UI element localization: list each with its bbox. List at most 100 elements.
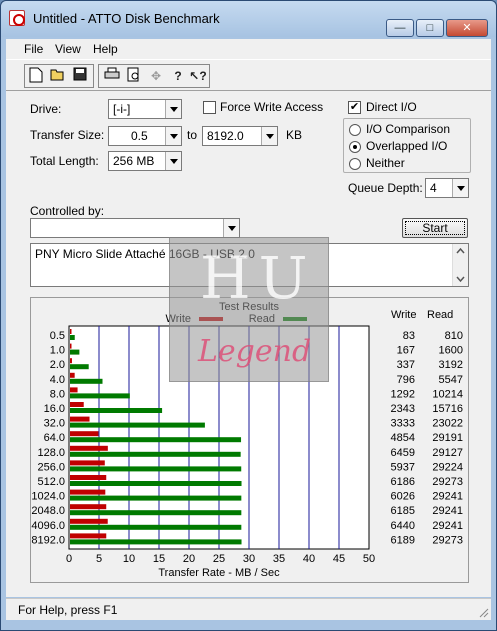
kb-label: KB bbox=[286, 128, 303, 142]
chevron-down-icon bbox=[452, 179, 468, 197]
transfer-size-label: Transfer Size: bbox=[30, 128, 105, 142]
chevron-down-icon bbox=[223, 219, 239, 237]
menu-help[interactable]: Help bbox=[93, 42, 118, 56]
write-value: 2343 bbox=[391, 403, 415, 415]
read-value: 29191 bbox=[432, 432, 463, 444]
write-value: 4854 bbox=[391, 432, 415, 444]
close-button[interactable]: ✕ bbox=[446, 19, 488, 37]
write-value: 6459 bbox=[391, 447, 415, 459]
y-tick-label: 32.0 bbox=[44, 418, 65, 430]
read-value: 23022 bbox=[432, 418, 463, 430]
chevron-down-icon bbox=[165, 152, 181, 170]
io-comparison-radio[interactable] bbox=[349, 124, 361, 136]
transfer-to-select[interactable]: 8192.0 bbox=[202, 126, 278, 146]
print-preview-icon[interactable] bbox=[125, 67, 143, 85]
read-value: 15716 bbox=[432, 403, 463, 415]
neither-radio[interactable] bbox=[349, 158, 361, 170]
write-value: 3333 bbox=[391, 418, 415, 430]
x-tick-label: 20 bbox=[183, 553, 195, 565]
help-icon[interactable]: ? bbox=[169, 67, 187, 85]
start-button[interactable]: Start bbox=[402, 218, 468, 238]
x-tick-label: 45 bbox=[333, 553, 345, 565]
menu-file[interactable]: File bbox=[24, 42, 43, 56]
io-comparison-label: I/O Comparison bbox=[366, 122, 451, 136]
read-value: 1600 bbox=[439, 345, 463, 357]
total-length-select[interactable]: 256 MB bbox=[108, 151, 182, 171]
read-bar bbox=[70, 539, 242, 545]
drive-value: [-i-] bbox=[113, 102, 131, 116]
y-tick-label: 2048.0 bbox=[31, 505, 65, 517]
read-value: 810 bbox=[445, 330, 463, 342]
y-tick-label: 512.0 bbox=[37, 476, 65, 488]
drive-select[interactable]: [-i-] bbox=[108, 99, 182, 119]
write-value: 6440 bbox=[391, 520, 415, 532]
x-axis-label: Transfer Rate - MB / Sec bbox=[158, 567, 280, 579]
total-length-label: Total Length: bbox=[30, 154, 99, 168]
read-bar bbox=[70, 364, 89, 370]
context-help-icon[interactable]: ↖? bbox=[189, 67, 207, 85]
read-bar bbox=[70, 437, 242, 443]
write-value: 167 bbox=[397, 345, 415, 357]
x-tick-label: 30 bbox=[243, 553, 255, 565]
y-tick-label: 128.0 bbox=[37, 447, 65, 459]
x-tick-label: 0 bbox=[66, 553, 72, 565]
minimize-button[interactable]: — bbox=[386, 19, 414, 37]
write-value: 83 bbox=[403, 330, 415, 342]
x-tick-label: 40 bbox=[303, 553, 315, 565]
app-icon bbox=[9, 10, 25, 26]
status-text: For Help, press F1 bbox=[18, 603, 118, 617]
direct-io-checkbox[interactable]: ✔ bbox=[348, 101, 361, 114]
move-icon[interactable]: ✥ bbox=[147, 67, 165, 85]
file-tool-group bbox=[24, 64, 94, 88]
write-bar bbox=[70, 475, 107, 480]
chevron-down-icon bbox=[165, 100, 181, 118]
save-icon[interactable] bbox=[71, 67, 89, 85]
open-icon[interactable] bbox=[49, 67, 67, 85]
write-bar bbox=[70, 489, 106, 495]
window-title: Untitled - ATTO Disk Benchmark bbox=[33, 11, 220, 26]
x-tick-label: 25 bbox=[213, 553, 225, 565]
y-tick-label: 8192.0 bbox=[31, 534, 65, 546]
write-value: 337 bbox=[397, 359, 415, 371]
read-bar bbox=[70, 466, 242, 472]
read-bar bbox=[70, 422, 205, 428]
toolbar: ✥ ? ↖? bbox=[6, 59, 491, 91]
description-scrollbar[interactable] bbox=[452, 244, 468, 286]
read-bar bbox=[70, 481, 242, 486]
write-bar bbox=[70, 460, 105, 466]
transfer-to-value: 8192.0 bbox=[207, 129, 244, 143]
print-icon[interactable] bbox=[103, 67, 121, 85]
write-bar bbox=[70, 504, 107, 510]
force-write-checkbox[interactable] bbox=[203, 101, 216, 114]
write-bar bbox=[70, 329, 72, 334]
watermark-bottom: Legend bbox=[198, 334, 312, 369]
write-value: 6186 bbox=[391, 476, 415, 488]
transfer-from-select[interactable]: 0.5 bbox=[108, 126, 182, 146]
write-value: 796 bbox=[397, 374, 415, 386]
print-tool-group: ✥ ? ↖? bbox=[98, 64, 210, 88]
write-bar bbox=[70, 533, 107, 539]
read-value: 29241 bbox=[432, 520, 463, 532]
write-bar bbox=[70, 445, 108, 451]
menu-bar: File View Help bbox=[6, 39, 491, 59]
y-tick-label: 1024.0 bbox=[31, 491, 65, 503]
x-tick-label: 10 bbox=[123, 553, 135, 565]
resize-grip-icon[interactable] bbox=[477, 606, 489, 618]
y-tick-label: 16.0 bbox=[44, 403, 65, 415]
y-tick-label: 4.0 bbox=[50, 374, 65, 386]
app-window: Untitled - ATTO Disk Benchmark — □ ✕ Fil… bbox=[0, 0, 497, 631]
new-icon[interactable] bbox=[27, 67, 45, 85]
queue-depth-select[interactable]: 4 bbox=[425, 178, 469, 198]
maximize-button[interactable]: □ bbox=[416, 19, 444, 37]
read-value: 29224 bbox=[432, 461, 463, 473]
write-value: 1292 bbox=[391, 388, 415, 400]
y-tick-label: 256.0 bbox=[37, 461, 65, 473]
direct-io-label: Direct I/O bbox=[366, 100, 417, 114]
title-bar[interactable]: Untitled - ATTO Disk Benchmark — □ ✕ bbox=[1, 1, 496, 37]
controlled-by-select[interactable] bbox=[30, 218, 240, 238]
menu-view[interactable]: View bbox=[55, 42, 81, 56]
drive-label: Drive: bbox=[30, 102, 62, 116]
overlapped-io-radio[interactable] bbox=[349, 141, 361, 153]
read-value: 29273 bbox=[432, 534, 463, 546]
read-bar bbox=[70, 524, 242, 530]
